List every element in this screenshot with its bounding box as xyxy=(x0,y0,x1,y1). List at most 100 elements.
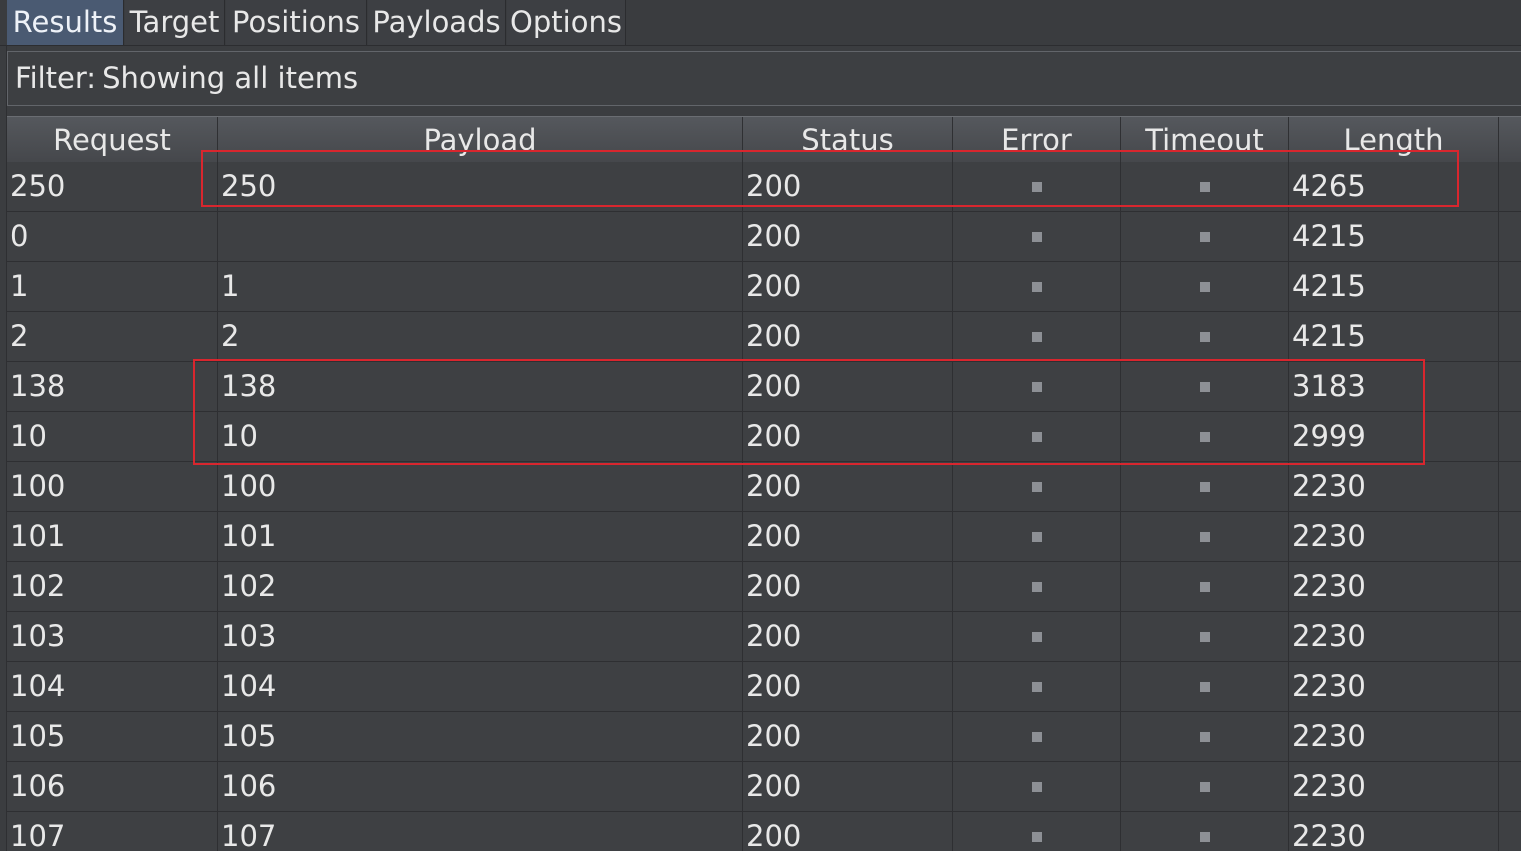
cell-length: 2999 xyxy=(1289,412,1499,461)
cell-request: 1 xyxy=(7,262,218,311)
cell-status: 200 xyxy=(743,512,953,561)
cell-status: 200 xyxy=(743,212,953,261)
table-row[interactable]: 103 103 200 2230 xyxy=(7,612,1521,662)
cell-extra xyxy=(1499,612,1521,661)
cell-payload: 103 xyxy=(218,612,743,661)
cell-timeout xyxy=(1121,262,1289,311)
table-row[interactable]: 100 100 200 2230 xyxy=(7,462,1521,512)
table-row[interactable]: 106 106 200 2230 xyxy=(7,762,1521,812)
cell-extra xyxy=(1499,762,1521,811)
cell-payload xyxy=(218,212,743,261)
timeout-checkbox-icon xyxy=(1199,831,1210,842)
table-row[interactable]: 0 200 4215 xyxy=(7,212,1521,262)
error-checkbox-icon xyxy=(1031,581,1042,592)
cell-request: 106 xyxy=(7,762,218,811)
error-checkbox-icon xyxy=(1031,481,1042,492)
column-header-status[interactable]: Status xyxy=(743,117,953,163)
cell-status: 200 xyxy=(743,712,953,761)
table-row[interactable]: 102 102 200 2230 xyxy=(7,562,1521,612)
cell-payload: 138 xyxy=(218,362,743,411)
error-checkbox-icon xyxy=(1031,631,1042,642)
column-header-error[interactable]: Error xyxy=(953,117,1121,163)
table-row[interactable]: 1 1 200 4215 xyxy=(7,262,1521,312)
table-row[interactable]: 107 107 200 2230 xyxy=(7,812,1521,851)
table-row[interactable]: 250 250 200 4265 xyxy=(7,162,1521,212)
column-header-timeout[interactable]: Timeout xyxy=(1121,117,1289,163)
timeout-checkbox-icon xyxy=(1199,781,1210,792)
tab-target[interactable]: Target xyxy=(125,0,225,45)
filter-bar[interactable]: Filter: Showing all items xyxy=(7,51,1521,106)
error-checkbox-icon xyxy=(1031,831,1042,842)
cell-length: 2230 xyxy=(1289,812,1499,851)
left-edge-divider xyxy=(0,46,7,851)
cell-length: 2230 xyxy=(1289,612,1499,661)
cell-timeout xyxy=(1121,212,1289,261)
cell-payload: 106 xyxy=(218,762,743,811)
cell-payload: 105 xyxy=(218,712,743,761)
cell-payload: 2 xyxy=(218,312,743,361)
table-row[interactable]: 2 2 200 4215 xyxy=(7,312,1521,362)
table-row[interactable]: 104 104 200 2230 xyxy=(7,662,1521,712)
cell-payload: 101 xyxy=(218,512,743,561)
cell-error xyxy=(953,562,1121,611)
cell-status: 200 xyxy=(743,312,953,361)
cell-request: 103 xyxy=(7,612,218,661)
cell-error xyxy=(953,662,1121,711)
cell-status: 200 xyxy=(743,662,953,711)
cell-timeout xyxy=(1121,162,1289,211)
column-header-request[interactable]: Request xyxy=(7,117,218,163)
cell-error xyxy=(953,712,1121,761)
table-row[interactable]: 105 105 200 2230 xyxy=(7,712,1521,762)
cell-error xyxy=(953,412,1121,461)
cell-extra xyxy=(1499,712,1521,761)
tab-results[interactable]: Results xyxy=(7,0,124,45)
table-header: Request Payload Status Error Timeout Len… xyxy=(7,116,1521,163)
table-row[interactable]: 101 101 200 2230 xyxy=(7,512,1521,562)
filter-text: Showing all items xyxy=(102,61,359,95)
timeout-checkbox-icon xyxy=(1199,331,1210,342)
column-header-length[interactable]: Length xyxy=(1289,117,1499,163)
cell-request: 250 xyxy=(7,162,218,211)
cell-error xyxy=(953,162,1121,211)
cell-request: 104 xyxy=(7,662,218,711)
tab-bar-divider xyxy=(0,45,1521,46)
timeout-checkbox-icon xyxy=(1199,631,1210,642)
timeout-checkbox-icon xyxy=(1199,281,1210,292)
timeout-checkbox-icon xyxy=(1199,581,1210,592)
timeout-checkbox-icon xyxy=(1199,231,1210,242)
cell-length: 2230 xyxy=(1289,762,1499,811)
cell-timeout xyxy=(1121,612,1289,661)
cell-length: 2230 xyxy=(1289,662,1499,711)
cell-payload: 102 xyxy=(218,562,743,611)
cell-timeout xyxy=(1121,462,1289,511)
cell-timeout xyxy=(1121,812,1289,851)
error-checkbox-icon xyxy=(1031,531,1042,542)
column-header-payload[interactable]: Payload xyxy=(218,117,743,163)
cell-length: 2230 xyxy=(1289,512,1499,561)
error-checkbox-icon xyxy=(1031,431,1042,442)
cell-extra xyxy=(1499,212,1521,261)
cell-extra xyxy=(1499,812,1521,851)
timeout-checkbox-icon xyxy=(1199,531,1210,542)
cell-error xyxy=(953,212,1121,261)
table-row[interactable]: 10 10 200 2999 xyxy=(7,412,1521,462)
cell-error xyxy=(953,512,1121,561)
cell-request: 100 xyxy=(7,462,218,511)
tab-payloads[interactable]: Payloads xyxy=(368,0,506,45)
cell-status: 200 xyxy=(743,812,953,851)
tab-positions[interactable]: Positions xyxy=(226,0,367,45)
cell-status: 200 xyxy=(743,412,953,461)
cell-status: 200 xyxy=(743,162,953,211)
tab-options[interactable]: Options xyxy=(507,0,626,45)
cell-extra xyxy=(1499,362,1521,411)
cell-error xyxy=(953,262,1121,311)
cell-request: 2 xyxy=(7,312,218,361)
column-header-extra xyxy=(1499,117,1521,163)
table-row[interactable]: 138 138 200 3183 xyxy=(7,362,1521,412)
cell-extra xyxy=(1499,162,1521,211)
error-checkbox-icon xyxy=(1031,331,1042,342)
cell-length: 2230 xyxy=(1289,462,1499,511)
cell-extra xyxy=(1499,262,1521,311)
cell-status: 200 xyxy=(743,612,953,661)
cell-timeout xyxy=(1121,712,1289,761)
